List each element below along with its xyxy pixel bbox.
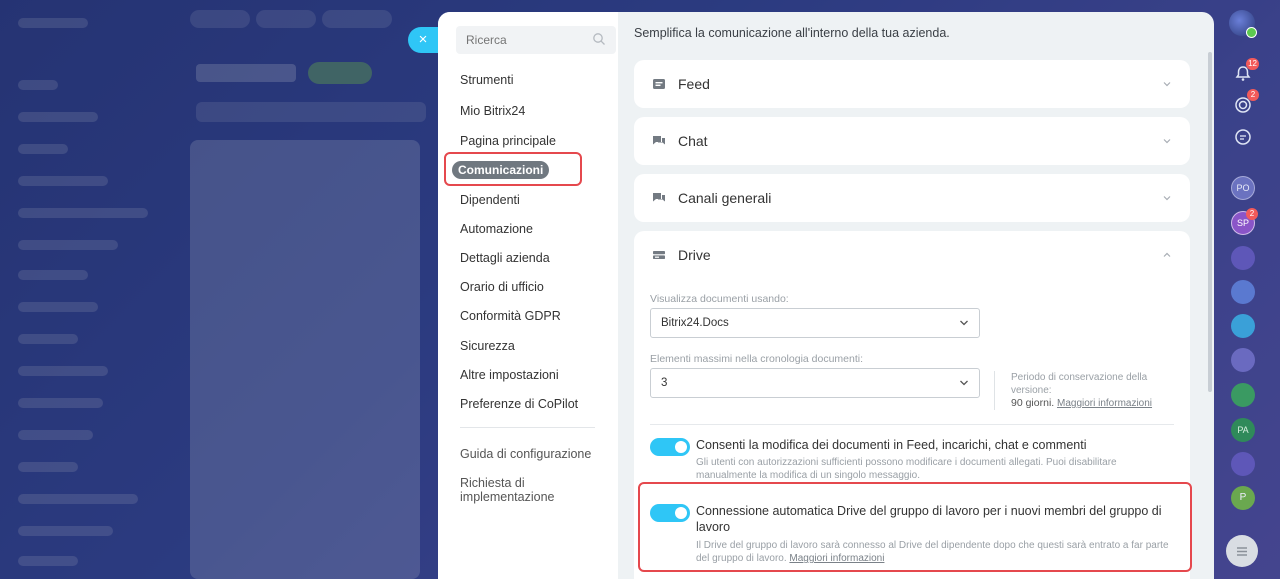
highlight-box-nav [444, 152, 582, 186]
nav-item-orario-ufficio[interactable]: Orario di ufficio [460, 280, 544, 294]
menu-icon [1237, 547, 1247, 556]
nav-item-sicurezza[interactable]: Sicurezza [460, 339, 515, 353]
nav-item-dettagli-azienda[interactable]: Dettagli azienda [460, 251, 550, 265]
retention-more-link[interactable]: Maggiori informazioni [1057, 398, 1152, 409]
chevron-down-icon [1163, 139, 1171, 144]
allow-edit-desc: Gli utenti con autorizzazioni sufficient… [696, 457, 1117, 481]
activity-badge: 2 [1247, 89, 1259, 101]
chat-icon [653, 136, 665, 145]
nav-item-copilot[interactable]: Preferenze di CoPilot [460, 397, 578, 411]
right-sidebar: 12 2 PO SP 2 PA P [1222, 0, 1280, 579]
section-title: Drive [678, 247, 711, 263]
nav-item-pagina-principale[interactable]: Pagina principale [460, 134, 556, 148]
retention-info: Periodo di conservazione della versione:… [994, 371, 1154, 410]
max-history-label: Elementi massimi nella cronologia docume… [650, 353, 864, 365]
notifications-button[interactable]: 12 [1231, 58, 1259, 86]
nav-item-altre-impostazioni[interactable]: Altre impostazioni [460, 368, 559, 382]
avatar-pa[interactable]: PA [1231, 418, 1255, 442]
chevron-down-icon [1163, 196, 1171, 201]
nav-item-gdpr[interactable]: Conformità GDPR [460, 309, 561, 323]
section-feed[interactable]: Feed [634, 60, 1190, 108]
settings-panel: Strumenti Mio Bitrix24 Pagina principale… [438, 12, 1214, 579]
allow-edit-toggle[interactable] [650, 438, 690, 456]
menu-button[interactable] [1226, 535, 1258, 567]
channel-icon[interactable] [1231, 246, 1255, 270]
nav-item-strumenti[interactable]: Strumenti [460, 73, 514, 87]
nav-item-richiesta[interactable]: Richiesta di implementazione [460, 476, 618, 504]
chevron-up-icon[interactable] [1162, 250, 1172, 260]
notifications-badge: 12 [1246, 58, 1259, 70]
nav-item-dipendenti[interactable]: Dipendenti [460, 193, 520, 207]
avatar-p[interactable]: P [1231, 486, 1255, 510]
settings-nav: Strumenti Mio Bitrix24 Pagina principale… [438, 12, 618, 579]
copilot-button[interactable] [1231, 125, 1255, 149]
chat-bubble-icon [1235, 129, 1251, 145]
channels-icon [653, 193, 665, 202]
nav-item-guida[interactable]: Guida di configurazione [460, 447, 591, 461]
section-canali-generali[interactable]: Canali generali [634, 174, 1190, 222]
section-chat[interactable]: Chat [634, 117, 1190, 165]
search-icon [593, 33, 605, 45]
settings-content: Semplifica la comunicazione all'interno … [634, 12, 1214, 579]
avatar-po[interactable]: PO [1231, 176, 1255, 200]
feed-icon [653, 79, 665, 89]
chevron-down-icon [960, 320, 968, 326]
max-history-select[interactable]: 3 [650, 368, 980, 398]
section-title: Feed [678, 76, 710, 92]
search-input[interactable] [466, 33, 586, 47]
section-title: Canali generali [678, 190, 772, 206]
close-icon: × [418, 31, 428, 48]
group-icon[interactable] [1231, 348, 1255, 372]
view-docs-label: Visualizza documenti usando: [650, 293, 789, 305]
allow-edit-title: Consenti la modifica dei documenti in Fe… [696, 438, 1087, 452]
drive-icon [653, 251, 665, 259]
sp-badge: 2 [1246, 208, 1258, 220]
chevron-down-icon [960, 380, 968, 386]
close-button[interactable]: × [408, 27, 438, 53]
group-icon[interactable] [1231, 383, 1255, 407]
user-avatar[interactable] [1229, 10, 1257, 38]
highlight-box-option [638, 482, 1192, 572]
avatar-sp[interactable]: SP 2 [1231, 208, 1258, 235]
activity-button[interactable]: 2 [1231, 89, 1259, 117]
section-title: Chat [678, 133, 708, 149]
nav-item-mio-bitrix24[interactable]: Mio Bitrix24 [460, 104, 525, 118]
scrollbar[interactable] [1208, 52, 1212, 392]
chevron-down-icon [1163, 82, 1171, 87]
search-box[interactable] [456, 26, 616, 54]
nav-item-automazione[interactable]: Automazione [460, 222, 533, 236]
view-docs-select[interactable]: Bitrix24.Docs [650, 308, 980, 338]
group-icon[interactable] [1231, 280, 1255, 304]
intro-text: Semplifica la comunicazione all'interno … [634, 26, 950, 40]
message-icon[interactable] [1231, 314, 1255, 338]
online-status-icon [1246, 27, 1257, 38]
drive-header[interactable]: Drive [652, 231, 711, 279]
nav-divider [460, 427, 595, 428]
channel-icon[interactable] [1231, 452, 1255, 476]
